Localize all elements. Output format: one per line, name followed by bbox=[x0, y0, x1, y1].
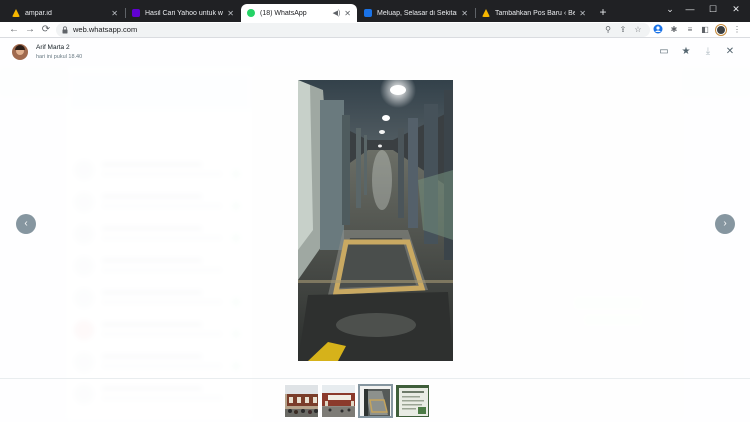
tab-meluap[interactable]: Meluap, Selasar di Sekitar Gedu ✕ bbox=[358, 4, 474, 22]
tab-close-icon[interactable]: ✕ bbox=[111, 9, 118, 18]
whatsapp-favicon-icon bbox=[247, 9, 255, 17]
browser-toolbar: ← → ⟳ web.whatsapp.com ⚲ ⇪ ☆ ✱ ≡ ◧ ⋮ bbox=[0, 22, 750, 38]
previous-media-button[interactable]: ‹ bbox=[16, 214, 36, 234]
flooded-corridor-image bbox=[298, 80, 453, 361]
zoom-icon[interactable]: ⚲ bbox=[602, 24, 614, 36]
tab-title: Hasil Cari Yahoo untuk whatsapp bbox=[145, 9, 223, 17]
thumb-green-document[interactable] bbox=[395, 384, 430, 418]
tab-search-icon[interactable]: ⌄ bbox=[660, 2, 680, 16]
tab-strip: ampar.id ✕ Hasil Cari Yahoo untuk whatsa… bbox=[0, 0, 750, 22]
reply-icon[interactable]: ▭ bbox=[658, 46, 670, 58]
puzzle-icon[interactable]: ✱ bbox=[668, 24, 680, 36]
next-media-button[interactable]: › bbox=[715, 214, 735, 234]
tab-title: (18) WhatsApp bbox=[260, 9, 307, 17]
media-viewer: Arif Marta 2 hari ini pukul 18.40 ▭ ★ ⤓ … bbox=[0, 38, 750, 422]
sender-name[interactable]: Arif Marta 2 bbox=[36, 44, 70, 51]
ampar-favicon-icon bbox=[482, 9, 490, 17]
viewer-header: Arif Marta 2 hari ini pukul 18.40 ▭ ★ ⤓ … bbox=[0, 38, 750, 68]
lock-icon[interactable] bbox=[62, 26, 68, 34]
ampar-favicon-icon bbox=[12, 9, 20, 17]
share-icon[interactable]: ⇪ bbox=[617, 24, 629, 36]
media-control-icon[interactable]: ≡ bbox=[684, 24, 696, 36]
forward-button[interactable]: → bbox=[23, 23, 37, 37]
tab-whatsapp[interactable]: (18) WhatsApp ◀) ✕ bbox=[241, 4, 357, 22]
address-bar[interactable]: web.whatsapp.com ⚲ ⇪ ☆ bbox=[56, 23, 650, 37]
thumb-building-front[interactable] bbox=[321, 384, 356, 418]
tab-yahoo[interactable]: Hasil Cari Yahoo untuk whatsapp ✕ bbox=[126, 4, 240, 22]
yahoo-favicon-icon bbox=[132, 9, 140, 17]
close-viewer-icon[interactable]: ✕ bbox=[724, 46, 736, 58]
extension-profile-icon[interactable] bbox=[652, 24, 664, 36]
tab-close-icon[interactable]: ✕ bbox=[227, 9, 234, 18]
minimize-button[interactable]: — bbox=[680, 2, 700, 16]
download-icon[interactable]: ⤓ bbox=[702, 46, 714, 58]
thumb-flooded-walkway[interactable] bbox=[358, 384, 393, 418]
tab-title: Meluap, Selasar di Sekitar Gedu bbox=[377, 9, 458, 17]
menu-icon[interactable]: ⋮ bbox=[731, 24, 743, 36]
tab-title: Tambahkan Pos Baru ‹ Berita Aktu bbox=[495, 9, 576, 17]
tab-close-icon[interactable]: ✕ bbox=[344, 9, 351, 18]
new-tab-button[interactable]: + bbox=[596, 5, 610, 19]
news-favicon-icon bbox=[364, 9, 372, 17]
message-timestamp: hari ini pukul 18.40 bbox=[36, 54, 83, 60]
profile-avatar[interactable] bbox=[716, 25, 726, 35]
tab-ampar[interactable]: ampar.id ✕ bbox=[6, 4, 124, 22]
tab-close-icon[interactable]: ✕ bbox=[461, 9, 468, 18]
bookmark-star-icon[interactable]: ☆ bbox=[632, 24, 644, 36]
side-panel-icon[interactable]: ◧ bbox=[699, 24, 711, 36]
tab-close-icon[interactable]: ✕ bbox=[579, 9, 586, 18]
main-photo bbox=[298, 80, 453, 361]
maximize-button[interactable]: ☐ bbox=[703, 2, 723, 16]
sender-avatar[interactable] bbox=[12, 44, 28, 60]
back-button[interactable]: ← bbox=[7, 23, 21, 37]
thumb-building-crowd[interactable] bbox=[284, 384, 319, 418]
window-close-button[interactable]: ✕ bbox=[726, 2, 746, 16]
star-icon[interactable]: ★ bbox=[680, 46, 692, 58]
speaker-icon[interactable]: ◀) bbox=[333, 9, 341, 17]
tab-tambahkan[interactable]: Tambahkan Pos Baru ‹ Berita Aktu ✕ bbox=[476, 4, 592, 22]
tab-title: ampar.id bbox=[25, 9, 52, 17]
thumbnail-strip bbox=[0, 378, 750, 422]
url-text[interactable]: web.whatsapp.com bbox=[73, 25, 137, 34]
reload-button[interactable]: ⟳ bbox=[39, 23, 53, 37]
